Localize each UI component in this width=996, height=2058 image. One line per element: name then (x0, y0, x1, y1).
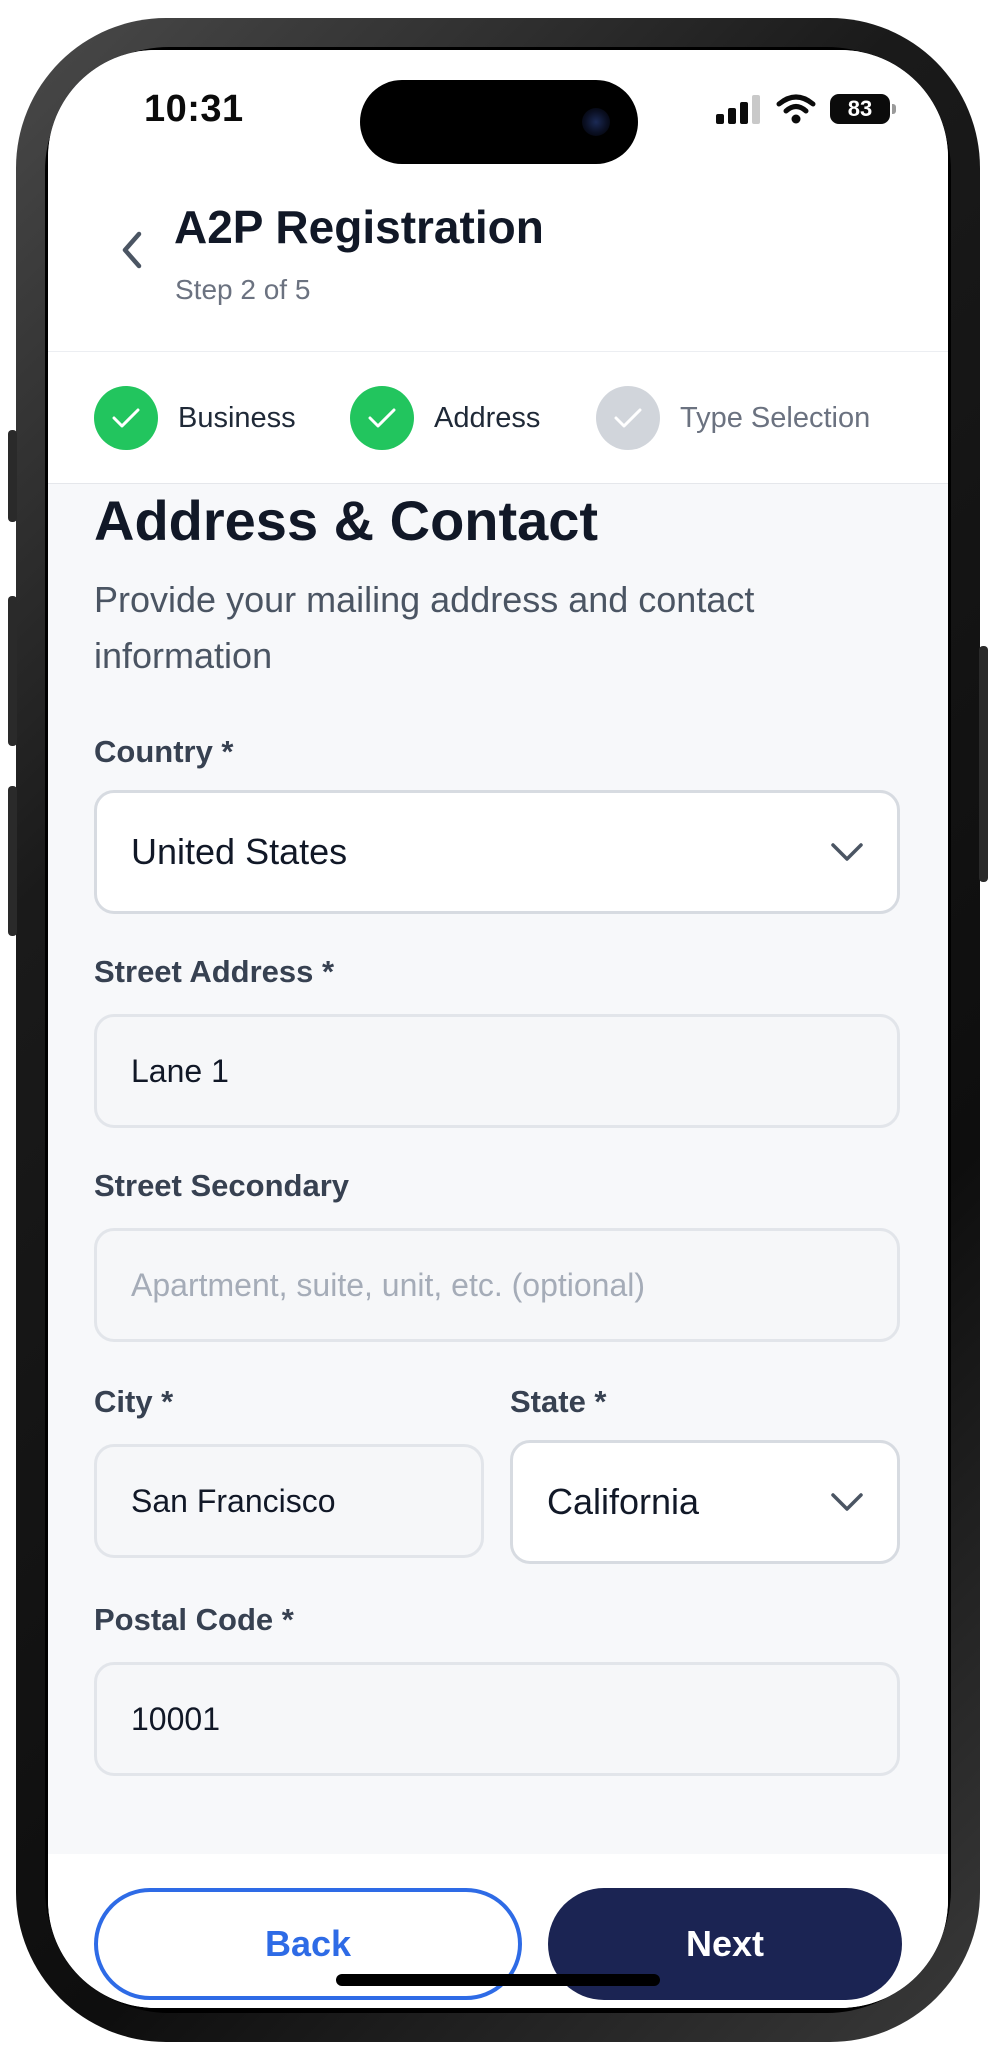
check-icon (112, 408, 140, 428)
form-content: Address & Contact Provide your mailing a… (48, 484, 948, 1854)
step-complete-indicator (94, 386, 158, 450)
section-description: Provide your mailing address and contact… (94, 579, 755, 676)
country-value: United States (131, 831, 348, 872)
step-label: Business (178, 401, 296, 434)
section-title: Address & Contact (94, 489, 599, 552)
step-indicator: Step 2 of 5 (175, 274, 311, 305)
state-value: California (547, 1481, 700, 1522)
city-input[interactable]: San Francisco (94, 1444, 484, 1558)
step-address: Address (350, 386, 540, 450)
chevron-down-icon (827, 832, 867, 872)
chevron-left-icon (122, 231, 142, 269)
camera-icon (582, 108, 610, 136)
state-label: State * (510, 1384, 607, 1419)
street-address-value: Lane 1 (131, 1052, 229, 1089)
phone-screen: 10:31 83 A2P Registration Step 2 of 5 Bu… (48, 50, 948, 2008)
step-type-selection: Type Selection (596, 386, 870, 450)
battery-icon: 83 (830, 94, 896, 124)
street-address-label: Street Address * (94, 954, 335, 989)
action-button (8, 430, 17, 522)
step-label: Type Selection (680, 401, 871, 434)
country-label: Country * (94, 734, 234, 769)
page-title: A2P Registration (174, 201, 544, 253)
progress-stepper: Business Address Type Selection (48, 352, 948, 484)
home-indicator[interactable] (336, 1974, 660, 1986)
street-secondary-input[interactable]: Apartment, suite, unit, etc. (optional) (94, 1228, 900, 1342)
city-label: City * (94, 1384, 174, 1419)
back-button[interactable] (102, 220, 162, 280)
status-bar: 10:31 83 (48, 50, 948, 170)
street-address-input[interactable]: Lane 1 (94, 1014, 900, 1128)
check-icon (614, 408, 642, 428)
power-button (979, 646, 988, 882)
step-pending-indicator (596, 386, 660, 450)
battery-level: 83 (847, 96, 873, 121)
step-business: Business (94, 386, 296, 450)
step-complete-indicator (350, 386, 414, 450)
app-header: A2P Registration Step 2 of 5 (48, 170, 948, 352)
country-select[interactable]: United States (94, 790, 900, 914)
step-label: Address (434, 401, 541, 434)
street-secondary-label: Street Secondary (94, 1168, 349, 1203)
dynamic-island (360, 80, 638, 164)
wifi-icon (776, 94, 816, 124)
state-select[interactable]: California (510, 1440, 900, 1564)
postal-code-input[interactable]: 10001 (94, 1662, 900, 1776)
chevron-down-icon (827, 1482, 867, 1522)
postal-code-label: Postal Code * (94, 1602, 294, 1637)
status-icons: 83 (716, 94, 896, 124)
volume-up-button (8, 596, 17, 746)
city-value: San Francisco (131, 1482, 336, 1519)
status-time: 10:31 (144, 88, 244, 130)
postal-code-value: 10001 (131, 1700, 220, 1737)
volume-down-button (8, 786, 17, 936)
street-secondary-placeholder: Apartment, suite, unit, etc. (optional) (131, 1266, 646, 1303)
check-icon (368, 408, 396, 428)
signal-icon (716, 95, 760, 124)
